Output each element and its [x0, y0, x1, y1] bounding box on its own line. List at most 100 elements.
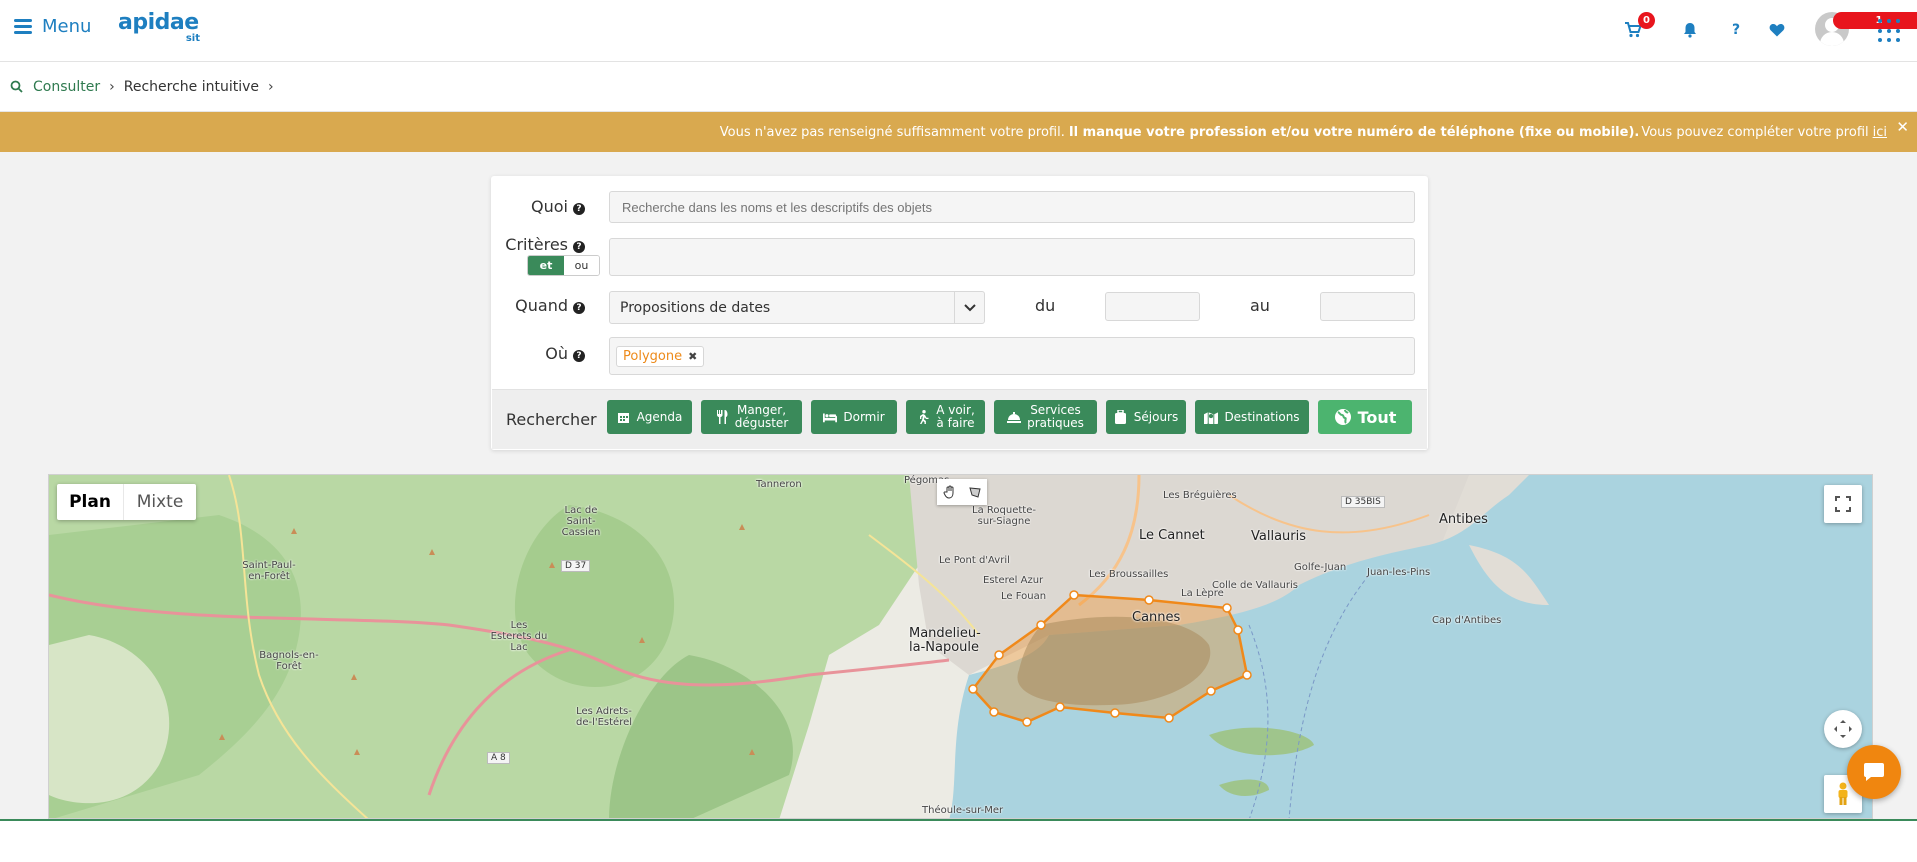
place-label: Les Broussailles	[1089, 569, 1169, 580]
place-label: Antibes	[1439, 512, 1488, 527]
hand-pan-icon[interactable]	[937, 479, 962, 505]
logo-wordmark: apidae	[118, 10, 199, 35]
place-label: La Lèpre	[1181, 588, 1224, 599]
pan-control-button[interactable]	[1824, 710, 1862, 748]
map-draw-tools	[937, 479, 987, 505]
suitcase-icon	[1114, 410, 1128, 424]
bell-icon	[1684, 23, 1696, 38]
place-label: Juan-les-Pins	[1367, 567, 1431, 578]
search-actionbar: Rechercher Agenda Manger, déguster Dormi…	[492, 389, 1427, 449]
dormir-button[interactable]: Dormir	[811, 400, 897, 434]
au-label: au	[1250, 296, 1270, 315]
breadcrumb-consulter[interactable]: Consulter	[33, 79, 100, 95]
help-icon[interactable]: ?	[573, 350, 585, 362]
place-label: Le Fouan	[1001, 591, 1047, 602]
place-label: Vallauris	[1251, 529, 1307, 544]
help-icon[interactable]: ?	[573, 302, 585, 314]
menu-label: Menu	[42, 16, 92, 37]
search-panel: Quoi? Critères? et ou Quand? Proposition…	[491, 176, 1428, 450]
ou-input[interactable]: Polygone ✖	[609, 337, 1415, 375]
agenda-button[interactable]: Agenda	[607, 400, 692, 434]
road-label: A 8	[487, 752, 510, 764]
hamburger-icon	[14, 19, 32, 34]
reception-bell-icon	[1007, 410, 1022, 424]
place-label: Les Adrets-de-l'Estérel	[575, 706, 633, 728]
chat-button[interactable]	[1847, 745, 1901, 799]
map-mode-plan[interactable]: Plan	[57, 484, 123, 520]
map-mode-mixte[interactable]: Mixte	[123, 484, 196, 520]
notifications-button[interactable]	[1677, 17, 1703, 43]
walking-icon	[916, 410, 930, 424]
help-icon: ?	[1731, 22, 1741, 38]
a-voir-a-faire-label: A voir, à faire	[936, 403, 975, 430]
bed-icon	[823, 410, 838, 424]
favorites-button[interactable]	[1764, 17, 1790, 43]
criteres-input[interactable]	[609, 238, 1415, 276]
place-label: Les Esterets du Lac	[490, 620, 548, 653]
bottom-bar	[0, 819, 1917, 862]
manger-deguster-button[interactable]: Manger, déguster	[701, 400, 802, 434]
polygon-draw-icon[interactable]	[962, 479, 987, 505]
date-from-input[interactable]	[1105, 292, 1200, 321]
search-icon	[10, 80, 23, 93]
cart-count-badge: 0	[1638, 12, 1655, 29]
fork-knife-icon	[715, 410, 729, 424]
destinations-button[interactable]: Destinations	[1195, 400, 1309, 434]
place-label: Cap d'Antibes	[1432, 615, 1502, 626]
date-proposition-value: Propositions de dates	[620, 299, 771, 316]
apps-grid-icon[interactable]	[1878, 19, 1902, 43]
road-label: D 35BIS	[1341, 496, 1385, 508]
chat-icon	[1864, 763, 1884, 781]
date-to-input[interactable]	[1320, 292, 1415, 321]
a-voir-a-faire-button[interactable]: A voir, à faire	[906, 400, 985, 434]
help-icon[interactable]: ?	[573, 203, 585, 215]
menu-button[interactable]: Menu	[14, 16, 91, 37]
chevron-right-icon: ›	[109, 78, 115, 95]
fullscreen-button[interactable]	[1824, 485, 1862, 523]
close-icon[interactable]: ✕	[1896, 118, 1909, 136]
criteres-operator-toggle[interactable]: et ou	[527, 255, 600, 276]
remove-chip-icon[interactable]: ✖	[688, 350, 697, 363]
calendar-icon	[617, 410, 631, 424]
arrows-move-icon	[1834, 720, 1852, 738]
destinations-label: Destinations	[1224, 409, 1300, 424]
toggle-or[interactable]: ou	[564, 256, 599, 275]
tout-label: Tout	[1357, 407, 1397, 427]
alert-bold-text: Il manque votre profession et/ou votre n…	[1068, 124, 1640, 140]
place-label: Cannes	[1132, 610, 1181, 625]
place-label: Lac de Saint-Cassien	[561, 505, 601, 538]
polygon-chip: Polygone ✖	[616, 345, 705, 367]
map-marker-icon	[1204, 410, 1219, 424]
ou-label: Où?	[545, 344, 585, 363]
place-label: Théoule-sur-Mer	[922, 805, 1004, 816]
alert-profile-link[interactable]: ici	[1873, 125, 1887, 140]
road-label: D 37	[561, 560, 591, 572]
date-proposition-select[interactable]: Propositions de dates	[609, 291, 985, 324]
place-label: Mandelieu-la-Napoule	[909, 626, 981, 655]
alert-after-text: Vous pouvez compléter votre profil	[1641, 124, 1869, 140]
map-view[interactable]: Pégomas Tanneron La Roquette-sur-Siagne …	[48, 474, 1873, 819]
place-label: Le Pont d'Avril	[939, 555, 1010, 566]
rechercher-label: Rechercher	[506, 410, 597, 429]
breadcrumb-current: Recherche intuitive	[123, 78, 260, 95]
cart-button[interactable]: 0	[1620, 12, 1655, 43]
help-icon[interactable]: ?	[573, 241, 585, 253]
sejours-button[interactable]: Séjours	[1106, 400, 1186, 434]
tout-button[interactable]: Tout	[1318, 400, 1412, 434]
polygon-chip-label: Polygone	[623, 348, 683, 364]
notification-count-badge: 1	[1833, 12, 1917, 29]
place-label: Les Bréguières	[1163, 490, 1237, 501]
quoi-search-input[interactable]	[609, 191, 1415, 223]
map-type-toggle: Plan Mixte	[57, 484, 196, 520]
place-label: Bagnols-en-Forêt	[259, 650, 319, 672]
toggle-and[interactable]: et	[528, 256, 564, 275]
services-pratiques-button[interactable]: Services pratiques	[994, 400, 1097, 434]
alert-text: Vous n'avez pas renseigné suffisamment v…	[719, 124, 1065, 140]
logo-sub: sit	[185, 33, 200, 44]
dormir-label: Dormir	[843, 409, 885, 424]
apidae-logo[interactable]: apidae sit	[118, 12, 200, 46]
fullscreen-icon	[1835, 496, 1851, 512]
heart-icon	[1769, 23, 1785, 37]
place-label: Golfe-Juan	[1294, 562, 1347, 573]
help-button[interactable]: ?	[1723, 17, 1749, 43]
